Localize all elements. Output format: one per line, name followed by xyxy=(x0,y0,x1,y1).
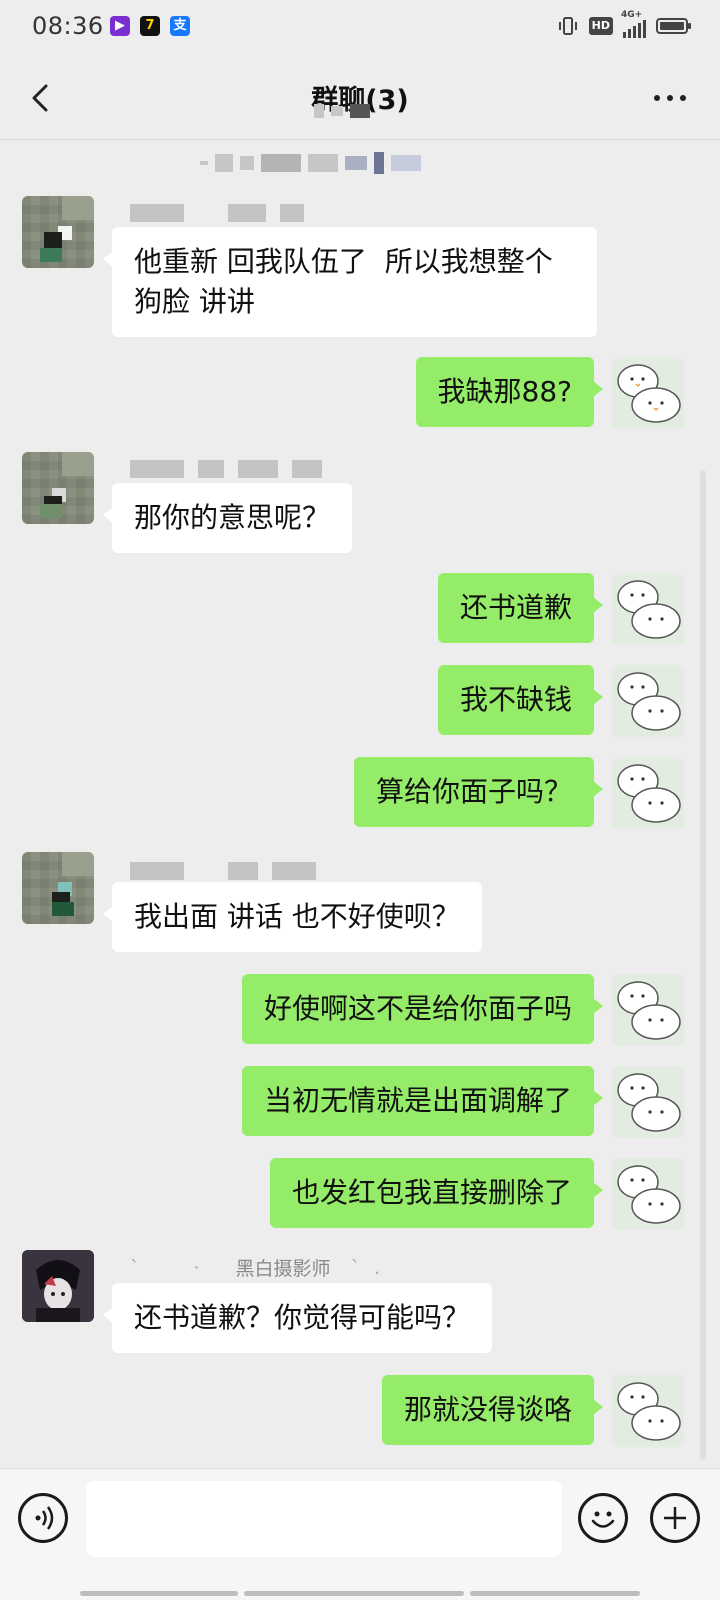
more-dots-icon xyxy=(654,95,660,101)
alipay-icon: 支 xyxy=(170,16,190,36)
emoji-button[interactable] xyxy=(578,1493,628,1543)
voice-icon xyxy=(35,1506,54,1530)
message-bubble-out[interactable]: 那就没得谈咯 xyxy=(381,1375,604,1445)
message-bubble-out[interactable]: 当初无情就是出面调解了 xyxy=(241,1066,604,1136)
self-avatar[interactable] xyxy=(612,1066,684,1138)
status-indicators: HD 4G+ xyxy=(557,10,691,38)
gesture-bar xyxy=(244,1591,464,1596)
duck-avatar-icon xyxy=(617,1165,681,1224)
message-bubble-out[interactable]: 还书道歉 xyxy=(437,573,604,643)
message-bubble-out[interactable]: 好使啊这不是给你面子吗 xyxy=(241,974,604,1044)
message-bubble-in[interactable]: 他重新 回我队伍了 所以我想整个狗脸 讲讲 xyxy=(103,227,597,337)
message-bubble-out[interactable]: 我不缺钱 xyxy=(437,665,604,735)
sender-name-redacted xyxy=(130,460,322,478)
sender-name-redacted xyxy=(130,862,316,880)
battery-icon xyxy=(656,18,691,34)
plus-button[interactable] xyxy=(650,1493,700,1543)
self-avatar[interactable] xyxy=(612,1375,684,1447)
message-bubble-out[interactable]: 也发红包我直接删除了 xyxy=(269,1158,604,1228)
duck-avatar-icon xyxy=(617,1382,681,1441)
duck-avatar-icon xyxy=(617,672,681,731)
duck-avatar-icon xyxy=(617,580,681,639)
title-redaction xyxy=(314,104,370,118)
gesture-bar xyxy=(80,1591,238,1596)
duck-avatar-icon xyxy=(617,764,681,823)
4g-signal-icon: 4G+ xyxy=(621,10,646,38)
network-type-label: 4G+ xyxy=(621,10,643,20)
more-button[interactable] xyxy=(654,86,694,110)
status-bar: 08:36 ▶ 7 支 HD 4G+ xyxy=(0,0,720,56)
vibrate-icon xyxy=(557,16,579,36)
message-input[interactable] xyxy=(86,1481,562,1557)
sender-name: ` · 黑白摄影师 `. xyxy=(130,1254,380,1281)
system-notice-redacted xyxy=(200,152,421,174)
self-avatar[interactable] xyxy=(612,573,684,645)
status-time: 08:36 xyxy=(32,12,104,40)
gesture-bar xyxy=(470,1591,640,1596)
anime-avatar-icon xyxy=(22,1250,94,1322)
duck-avatar-icon xyxy=(617,1073,681,1132)
duck-avatar-icon xyxy=(617,364,681,423)
self-avatar[interactable] xyxy=(612,974,684,1046)
message-bubble-in[interactable]: 我出面 讲话 也不好使呗？ xyxy=(103,882,482,952)
message-bubble-out[interactable]: 算给你面子吗？ xyxy=(353,757,604,827)
seven-app-icon: 7 xyxy=(140,16,160,36)
self-avatar[interactable] xyxy=(612,357,684,429)
input-bar xyxy=(0,1468,720,1600)
message-bubble-in[interactable]: 那你的意思呢？ xyxy=(102,483,353,553)
avatar[interactable] xyxy=(22,1250,94,1322)
self-avatar[interactable] xyxy=(612,1158,684,1230)
self-avatar[interactable] xyxy=(612,665,684,737)
voice-button[interactable] xyxy=(18,1493,68,1543)
avatar[interactable] xyxy=(22,452,94,524)
scrollbar[interactable] xyxy=(700,470,706,1460)
sender-name-redacted xyxy=(130,204,304,222)
avatar[interactable] xyxy=(22,196,94,268)
sender-name-label: 黑白摄影师 xyxy=(235,1258,331,1280)
duck-avatar-icon xyxy=(617,981,681,1040)
self-avatar[interactable] xyxy=(612,757,684,829)
message-bubble-in[interactable]: 还书道歉？你觉得可能吗？ xyxy=(102,1283,493,1353)
emoji-icon xyxy=(591,1511,615,1528)
plus-icon xyxy=(664,1507,686,1529)
chat-header: 群聊(3) xyxy=(0,56,720,140)
message-bubble-out[interactable]: 我缺那88? xyxy=(415,357,603,427)
avatar[interactable] xyxy=(22,852,94,924)
video-app-icon: ▶ xyxy=(110,16,130,36)
hd-icon: HD xyxy=(588,17,613,35)
